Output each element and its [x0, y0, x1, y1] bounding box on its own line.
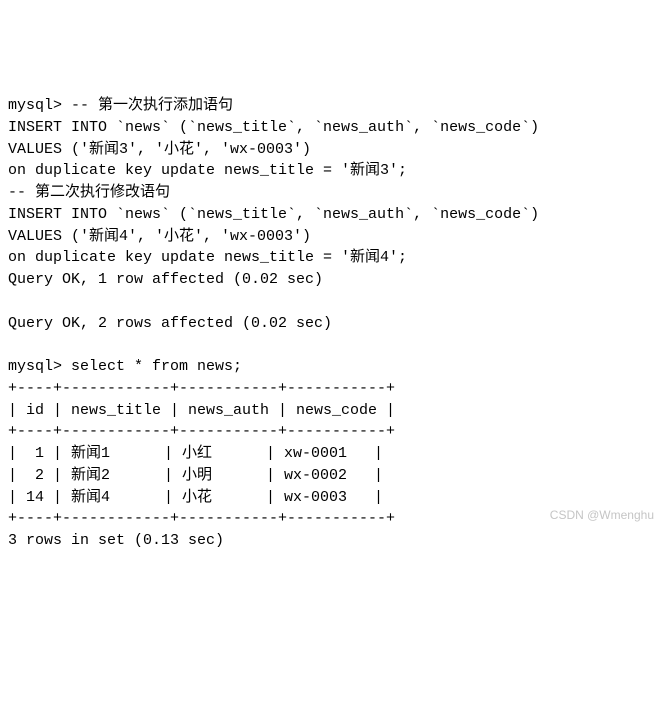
query-result: Query OK, 2 rows affected (0.02 sec) — [8, 315, 332, 332]
query-result: Query OK, 1 row affected (0.02 sec) — [8, 271, 323, 288]
table-border: +----+------------+-----------+---------… — [8, 380, 395, 397]
table-row: | 2 | 新闻2 | 小明 | wx-0002 | — [8, 467, 383, 484]
terminal-output: mysql> -- 第一次执行添加语句 INSERT INTO `news` (… — [8, 95, 656, 552]
sql-line: VALUES ('新闻3', '小花', 'wx-0003') — [8, 141, 311, 158]
query-result: 3 rows in set (0.13 sec) — [8, 532, 224, 549]
sql-line: INSERT INTO `news` (`news_title`, `news_… — [8, 206, 539, 223]
watermark: CSDN @Wmenghu — [550, 507, 654, 524]
table-header: | id | news_title | news_auth | news_cod… — [8, 402, 395, 419]
table-border: +----+------------+-----------+---------… — [8, 510, 395, 527]
sql-line: VALUES ('新闻4', '小花', 'wx-0003') — [8, 228, 311, 245]
sql-line: INSERT INTO `news` (`news_title`, `news_… — [8, 119, 539, 136]
mysql-prompt: mysql> — [8, 358, 71, 375]
sql-comment: -- 第二次执行修改语句 — [8, 184, 170, 201]
mysql-prompt: mysql> — [8, 97, 71, 114]
sql-line: select * from news; — [71, 358, 242, 375]
sql-comment: -- 第一次执行添加语句 — [71, 97, 233, 114]
sql-line: on duplicate key update news_title = '新闻… — [8, 162, 407, 179]
table-row: | 1 | 新闻1 | 小红 | xw-0001 | — [8, 445, 383, 462]
sql-line: on duplicate key update news_title = '新闻… — [8, 249, 407, 266]
table-border: +----+------------+-----------+---------… — [8, 423, 395, 440]
table-row: | 14 | 新闻4 | 小花 | wx-0003 | — [8, 489, 383, 506]
